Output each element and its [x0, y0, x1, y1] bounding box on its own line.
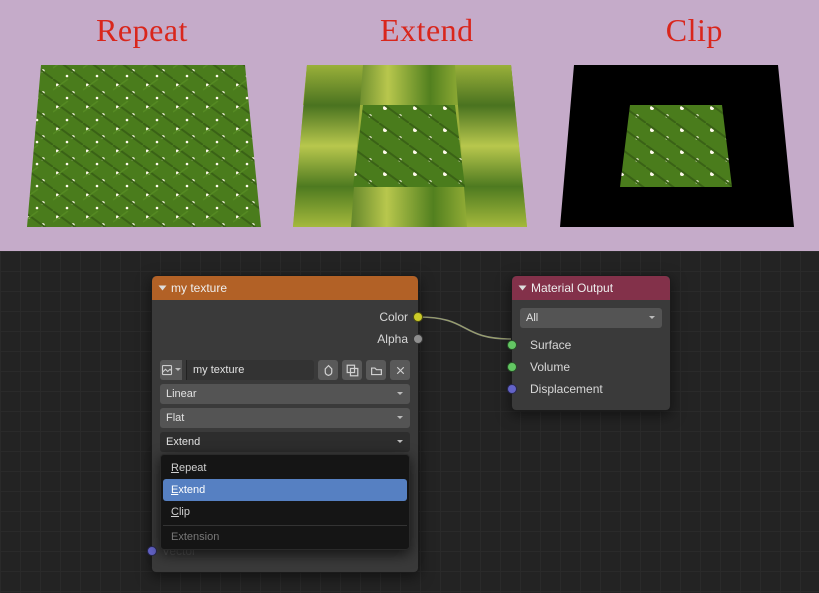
- preview-extend: [286, 55, 532, 237]
- socket-surface[interactable]: [507, 340, 517, 350]
- examples-panel: Repeat Extend Clip: [0, 0, 819, 251]
- image-datablock-row: my texture: [160, 360, 410, 380]
- extension-dropdown[interactable]: Extend: [160, 432, 410, 452]
- socket-vector[interactable]: [147, 546, 157, 556]
- label-extend: Extend: [380, 12, 474, 49]
- target-dropdown[interactable]: All: [520, 308, 662, 328]
- new-button[interactable]: [342, 360, 362, 380]
- menu-footer: Extension: [163, 525, 407, 547]
- node-editor[interactable]: my texture Color Alpha my texture Linear…: [0, 251, 819, 593]
- collapse-arrow-icon[interactable]: [159, 286, 167, 291]
- fake-user-button[interactable]: [318, 360, 338, 380]
- input-surface-label: Surface: [530, 338, 571, 352]
- node-header[interactable]: my texture: [152, 276, 418, 300]
- extension-dropdown-menu: Repeat Extend Clip Extension: [160, 454, 410, 550]
- socket-color[interactable]: [413, 312, 423, 322]
- image-name-field[interactable]: my texture: [186, 360, 314, 380]
- label-repeat: Repeat: [96, 12, 188, 49]
- interpolation-dropdown[interactable]: Linear: [160, 384, 410, 404]
- output-color-label: Color: [379, 310, 408, 324]
- node-title: my texture: [171, 281, 227, 295]
- collapse-arrow-icon[interactable]: [519, 286, 527, 291]
- input-displacement-label: Displacement: [530, 382, 603, 396]
- socket-alpha[interactable]: [413, 334, 423, 344]
- image-icon[interactable]: [160, 360, 182, 380]
- menu-item-clip[interactable]: Clip: [163, 501, 407, 523]
- open-button[interactable]: [366, 360, 386, 380]
- preview-repeat: [20, 55, 266, 237]
- node-header[interactable]: Material Output: [512, 276, 670, 300]
- image-texture-node[interactable]: my texture Color Alpha my texture Linear…: [151, 275, 419, 573]
- material-output-node[interactable]: Material Output All Surface Volume Displ…: [511, 275, 671, 411]
- label-clip: Clip: [666, 12, 723, 49]
- unlink-button[interactable]: [390, 360, 410, 380]
- node-title: Material Output: [531, 281, 613, 295]
- preview-clip: [553, 55, 799, 237]
- input-volume-label: Volume: [530, 360, 570, 374]
- projection-dropdown[interactable]: Flat: [160, 408, 410, 428]
- menu-item-repeat[interactable]: Repeat: [163, 457, 407, 479]
- menu-item-extend[interactable]: Extend: [163, 479, 407, 501]
- socket-displacement[interactable]: [507, 384, 517, 394]
- socket-volume[interactable]: [507, 362, 517, 372]
- output-alpha-label: Alpha: [377, 332, 408, 346]
